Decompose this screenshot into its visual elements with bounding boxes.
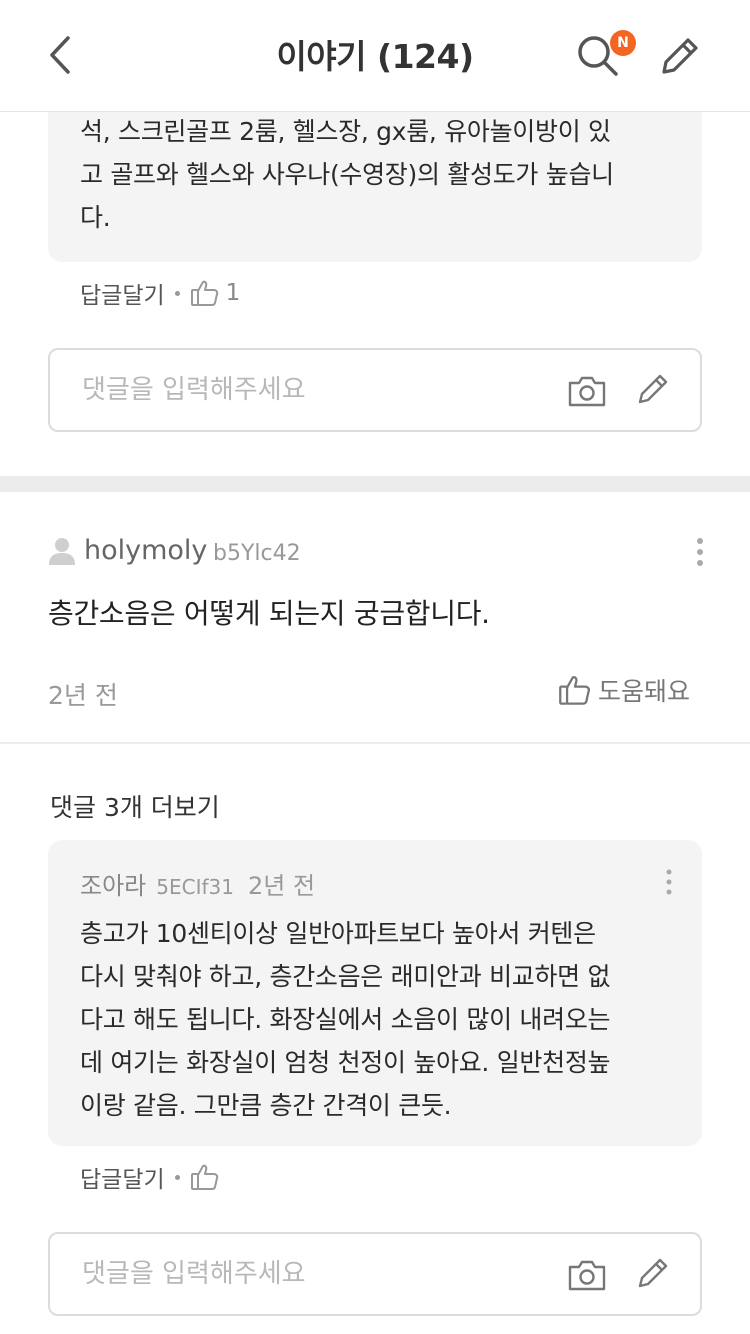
comment-input-box bbox=[48, 348, 702, 432]
reply-line: 석, 스크린골프 2룸, 헬스장, gx룸, 유아놀이방이 있 bbox=[80, 117, 611, 146]
reply-line: 이랑 같음. 그만큼 층간 간격이 큰듯. bbox=[80, 1091, 452, 1120]
reply-line: 층고가 10센티이상 일반아파트보다 높아서 커텐은 bbox=[80, 919, 596, 948]
pencil-icon[interactable] bbox=[632, 1252, 674, 1294]
more-vertical-icon[interactable] bbox=[690, 536, 710, 570]
user-icon bbox=[48, 536, 76, 566]
reply-line: 다고 해도 됩니다. 화장실에서 소음이 많이 내려오는 bbox=[80, 1005, 611, 1034]
camera-icon[interactable] bbox=[566, 1254, 608, 1296]
reply-button[interactable]: 답글달기 bbox=[80, 276, 165, 310]
reply-line: 다시 맞춰야 하고, 층간소음은 래미안과 비교하면 없 bbox=[80, 962, 611, 991]
post-body: 층간소음은 어떻게 되는지 궁금합니다. bbox=[48, 597, 490, 630]
reply-actions: 답글달기 bbox=[80, 1160, 220, 1194]
post-username[interactable]: holymoly bbox=[84, 535, 207, 566]
thumbs-up-icon[interactable] bbox=[190, 1162, 220, 1192]
reply-text-top: 석, 스크린골프 2룸, 헬스장, gx룸, 유아놀이방이 있 고 골프와 헬스… bbox=[80, 110, 614, 239]
camera-icon[interactable] bbox=[566, 370, 608, 412]
separator-dot bbox=[174, 1174, 180, 1180]
more-vertical-icon[interactable] bbox=[662, 868, 676, 898]
reply-line: 고 골프와 헬스와 사우나(수영장)의 활성도가 높습니 bbox=[80, 160, 614, 189]
more-replies-link[interactable]: 댓글 3개 더보기 bbox=[50, 788, 220, 824]
reply-time: 2년 전 bbox=[247, 872, 316, 900]
post-usercode: b5Ylc42 bbox=[213, 541, 301, 566]
reply-line: 다. bbox=[80, 203, 111, 232]
helpful-button[interactable]: 도움돼요 bbox=[558, 672, 690, 708]
section-divider bbox=[0, 476, 750, 492]
separator-dot bbox=[174, 290, 180, 296]
like-count: 1 bbox=[225, 280, 241, 306]
reply-actions-top: 답글달기 1 bbox=[80, 276, 240, 310]
reply-bubble: 조아라 5ECIf31 2년 전 층고가 10센티이상 일반아파트보다 높아서 … bbox=[48, 840, 702, 1146]
reply-usercode: 5ECIf31 bbox=[156, 875, 234, 899]
reply-line: 데 여기는 화장실이 엄청 천정이 높아요. 일반천정높 bbox=[80, 1048, 611, 1077]
thumbs-up-icon[interactable] bbox=[190, 278, 220, 308]
page-title: 이야기 (124) bbox=[276, 37, 474, 76]
comment-input[interactable] bbox=[82, 1254, 542, 1294]
reply-author[interactable]: 조아라 bbox=[80, 866, 146, 901]
notification-badge: N bbox=[610, 30, 636, 56]
post-time: 2년 전 bbox=[48, 681, 118, 710]
divider bbox=[0, 742, 750, 744]
comment-input-box bbox=[48, 1232, 702, 1316]
reply-text: 층고가 10센티이상 일반아파트보다 높아서 커텐은 다시 맞춰야 하고, 층간… bbox=[80, 912, 611, 1127]
thumbs-up-icon bbox=[558, 673, 592, 707]
reply-button[interactable]: 답글달기 bbox=[80, 1160, 165, 1194]
helpful-label: 도움돼요 bbox=[598, 677, 691, 706]
comment-input[interactable] bbox=[82, 370, 542, 410]
app-header: 이야기 (124) N bbox=[0, 0, 750, 112]
reply-meta: 조아라 5ECIf31 2년 전 bbox=[80, 866, 315, 901]
pencil-icon[interactable] bbox=[632, 368, 674, 410]
pencil-icon[interactable] bbox=[655, 30, 705, 80]
